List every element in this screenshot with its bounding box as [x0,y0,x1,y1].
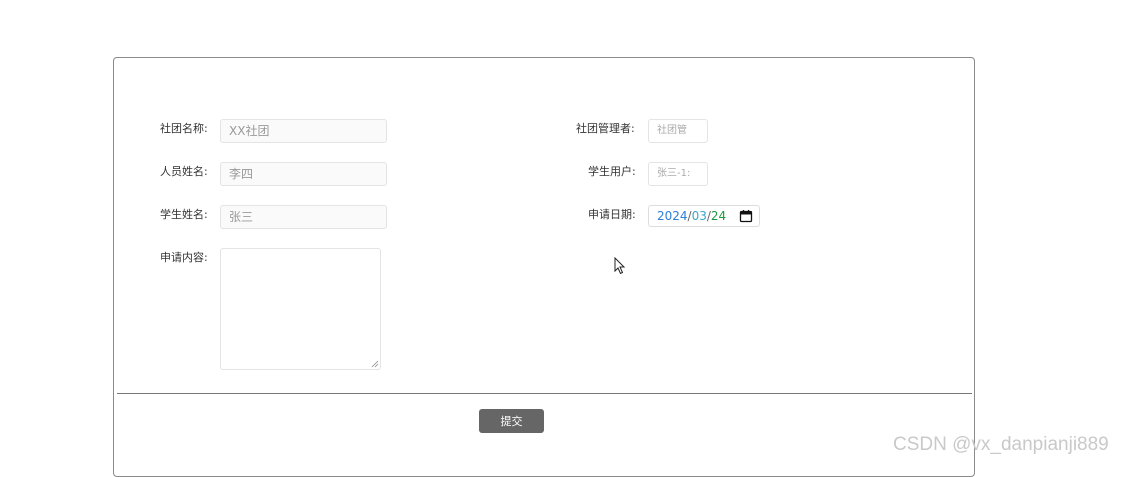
date-day[interactable]: 24 [711,209,726,223]
watermark: CSDN @vx_danpianji889 [893,434,1109,455]
submit-button[interactable]: 提交 [479,409,544,433]
club-manager-label: 社团管理者: [576,122,635,135]
student-name-label: 学生姓名: [160,208,208,221]
calendar-icon[interactable] [739,209,753,223]
resize-handle-icon[interactable] [371,360,379,368]
date-month[interactable]: 03 [692,209,707,223]
member-name-label: 人员姓名: [160,165,208,178]
student-user-label: 学生用户: [588,165,636,178]
club-manager-input[interactable]: 社团管 [648,119,708,143]
club-name-input[interactable]: XX社团 [220,119,387,143]
content-textarea[interactable] [220,248,381,370]
student-name-input[interactable]: 张三 [220,205,387,229]
apply-date-label: 申请日期: [588,208,636,221]
member-name-input[interactable]: 李四 [220,162,387,186]
apply-date-input[interactable]: 2024/03/24 [648,205,760,227]
student-user-input[interactable]: 张三-1: [648,162,708,186]
content-label: 申请内容: [160,251,208,264]
date-year[interactable]: 2024 [657,209,688,223]
mouse-cursor-icon [614,257,626,275]
club-name-label: 社团名称: [160,122,208,135]
form-divider [117,393,972,394]
